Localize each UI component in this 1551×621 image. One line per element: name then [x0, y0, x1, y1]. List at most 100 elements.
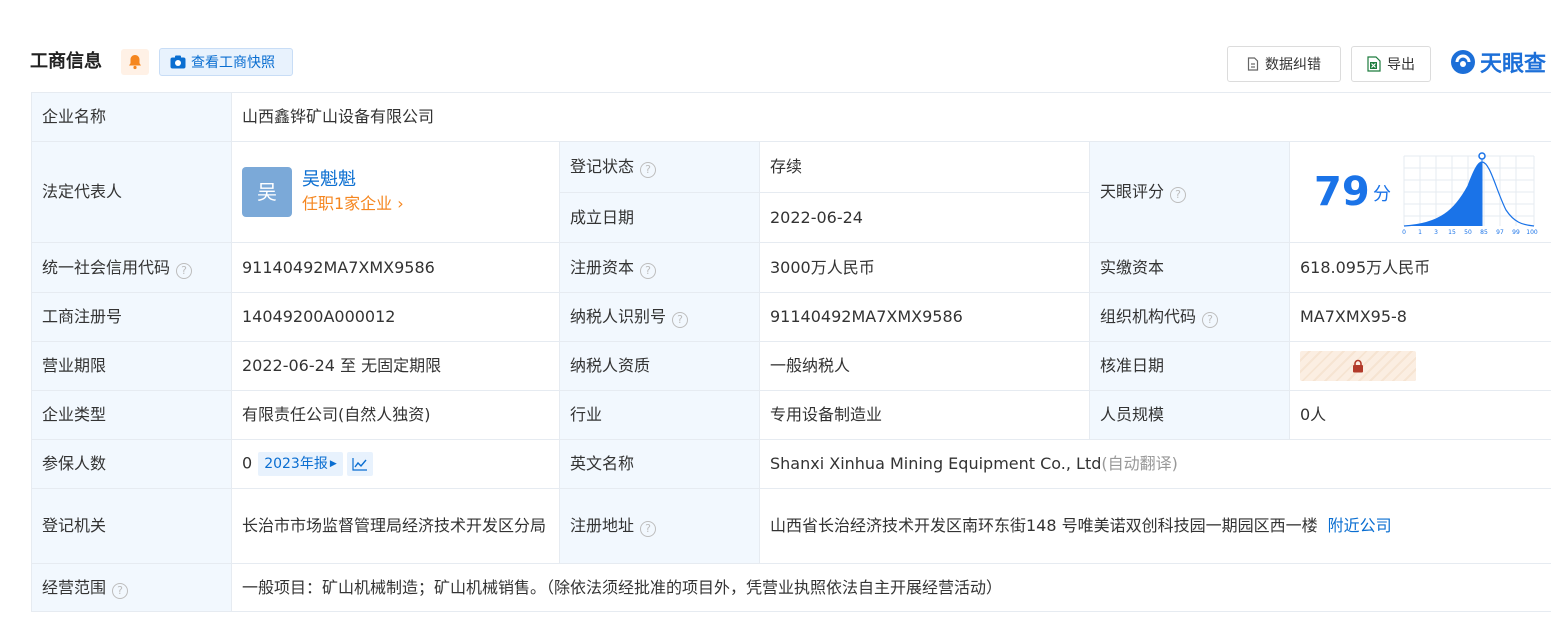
insured-label: 参保人数	[31, 439, 232, 489]
reg-no-label: 工商注册号	[31, 292, 232, 342]
avatar[interactable]: 吴	[242, 167, 292, 217]
score-distribution-chart: 0 1 3 15 50 85 97 99 100	[1402, 152, 1538, 236]
registered-address: 山西省长治经济技术开发区南环东街148 号唯美诺双创科技园一期园区西一楼	[770, 516, 1318, 535]
industry: 专用设备制造业	[759, 390, 1090, 440]
legal-rep-label: 法定代表人	[31, 141, 232, 243]
score-axis-tick: 97	[1496, 229, 1504, 236]
scope-label: 经营范围?	[31, 563, 232, 612]
reg-status-label: 登记状态?	[559, 141, 760, 193]
insured-count: 0	[242, 453, 253, 473]
help-icon[interactable]: ?	[640, 262, 657, 279]
company-name: 山西鑫铧矿山设备有限公司	[230, 92, 1551, 142]
score-unit: 分	[1373, 184, 1391, 205]
help-icon[interactable]: ?	[640, 162, 657, 178]
reg-capital: 3000万人民币	[759, 242, 1090, 293]
help-icon[interactable]: ?	[112, 582, 129, 599]
credit-code: 91140492MA7XMX9586	[231, 242, 560, 293]
chevron-right-icon: ›	[392, 194, 404, 213]
score-label-text: 天眼评分	[1100, 182, 1165, 201]
taxpayer-qual-label: 纳税人资质	[559, 341, 760, 391]
table-row: 法定代表人 吴 吴魁魁 任职1家企业 › 登记状态? 存续 天眼评分? 79 分	[31, 141, 1551, 243]
company-type: 有限责任公司(自然人独资)	[231, 390, 560, 440]
company-name-label: 企业名称	[31, 92, 232, 142]
founded-label: 成立日期	[559, 192, 760, 243]
score-axis-tick: 100	[1526, 229, 1538, 236]
score-axis-tick: 3	[1434, 229, 1438, 236]
business-term: 2022-06-24 至 无固定期限	[231, 341, 560, 391]
annual-report-label: 2023年报	[264, 456, 328, 472]
score-axis-tick: 99	[1512, 229, 1520, 236]
nearby-companies-link[interactable]: 附近公司	[1328, 516, 1392, 535]
document-icon	[1247, 57, 1259, 71]
term-label: 营业期限	[31, 341, 232, 391]
score-axis-tick: 0	[1402, 229, 1406, 236]
annual-report-tag[interactable]: 2023年报 ▶	[258, 452, 343, 476]
org-code-label-text: 组织机构代码	[1100, 307, 1197, 326]
data-correction-button[interactable]: 数据纠错	[1227, 46, 1341, 82]
legal-rep-positions-link[interactable]: 任职1家企业 ›	[302, 192, 404, 216]
score-value: 79	[1314, 169, 1370, 215]
trend-chart-icon[interactable]	[346, 452, 373, 476]
brand-logo: 天眼查	[1450, 47, 1546, 77]
locked-value[interactable]	[1300, 351, 1416, 381]
staff-label: 人员规模	[1089, 390, 1290, 440]
insured-cell: 0 2023年报 ▶	[231, 439, 560, 489]
authority-label: 登记机关	[31, 488, 232, 564]
reg-status-label-text: 登记状态	[570, 157, 635, 176]
taxpayer-qualification: 一般纳税人	[759, 341, 1090, 391]
credit-code-label-text: 统一社会信用代码	[42, 257, 171, 277]
bell-icon[interactable]	[121, 49, 149, 75]
business-info-table: 企业名称 山西鑫铧矿山设备有限公司 法定代表人 吴 吴魁魁 任职1家企业 › 登…	[31, 92, 1551, 612]
table-row: 工商注册号 14049200A000012 纳税人识别号? 91140492MA…	[31, 292, 1551, 342]
data-correction-label: 数据纠错	[1265, 57, 1321, 73]
table-row: 经营范围? 一般项目：矿山机械制造；矿山机械销售。（除依法须经批准的项目外，凭营…	[31, 563, 1551, 612]
address-label-text: 注册地址	[570, 516, 635, 535]
help-icon[interactable]: ?	[640, 521, 657, 537]
en-name-label: 英文名称	[559, 439, 760, 489]
score-axis-tick: 15	[1448, 229, 1456, 236]
en-name: Shanxi Xinhua Mining Equipment Co., Ltd	[770, 454, 1102, 473]
section-header: 工商信息 查看工商快照 数据纠错 导出 天眼查	[0, 0, 1551, 92]
snapshot-label: 查看工商快照	[191, 55, 275, 71]
export-label: 导出	[1387, 57, 1415, 73]
lock-icon	[1353, 359, 1363, 373]
reg-capital-label-text: 注册资本	[570, 257, 635, 277]
org-code-label: 组织机构代码?	[1089, 292, 1290, 342]
table-row: 参保人数 0 2023年报 ▶ 英文名称 Shanxi Xinhua Mining …	[31, 439, 1551, 489]
address-cell: 山西省长治经济技术开发区南环东街148 号唯美诺双创科技园一期园区西一楼 附近公司	[758, 488, 1551, 564]
table-row: 企业名称 山西鑫铧矿山设备有限公司	[31, 92, 1551, 142]
excel-icon	[1367, 56, 1381, 72]
approval-date-cell	[1288, 341, 1551, 391]
legal-rep-cell: 吴 吴魁魁 任职1家企业 ›	[231, 141, 560, 243]
export-button[interactable]: 导出	[1351, 46, 1431, 82]
business-scope: 一般项目：矿山机械制造；矿山机械销售。（除依法须经批准的项目外，凭营业执照依法自…	[230, 563, 1551, 612]
score-axis-tick: 1	[1418, 229, 1422, 236]
score-cell[interactable]: 79 分 0 1 3 15 50 85 97 99 100	[1288, 141, 1551, 243]
score-label: 天眼评分?	[1089, 141, 1290, 243]
credit-code-label: 统一社会信用代码?	[31, 242, 232, 293]
help-icon[interactable]: ?	[1202, 312, 1219, 328]
table-row: 企业类型 有限责任公司(自然人独资) 行业 专用设备制造业 人员规模 0人	[31, 390, 1551, 440]
industry-label: 行业	[559, 390, 760, 440]
taxpayer-id-label: 纳税人识别号?	[559, 292, 760, 342]
paid-capital: 618.095万人民币	[1288, 242, 1551, 293]
help-icon[interactable]: ?	[176, 262, 193, 279]
score-axis-tick: 85	[1480, 229, 1488, 236]
help-icon[interactable]: ?	[672, 312, 689, 328]
reg-no: 14049200A000012	[231, 292, 560, 342]
approval-date-label: 核准日期	[1089, 341, 1290, 391]
founded-date: 2022-06-24	[759, 192, 1090, 243]
table-row: 统一社会信用代码? 91140492MA7XMX9586 注册资本? 3000万…	[31, 242, 1551, 293]
reg-capital-label: 注册资本?	[559, 242, 760, 293]
help-icon[interactable]: ?	[1170, 187, 1187, 203]
staff-size: 0人	[1288, 390, 1551, 440]
snapshot-button[interactable]: 查看工商快照	[159, 48, 293, 76]
type-label: 企业类型	[31, 390, 232, 440]
taxpayer-id: 91140492MA7XMX9586	[759, 292, 1090, 342]
score-axis-tick: 50	[1464, 229, 1472, 236]
scope-label-text: 经营范围	[42, 577, 107, 597]
section-title: 工商信息	[30, 51, 102, 72]
legal-rep-name-link[interactable]: 吴魁魁	[302, 168, 404, 192]
paid-capital-label: 实缴资本	[1089, 242, 1290, 293]
tianyancha-icon	[1450, 49, 1476, 75]
